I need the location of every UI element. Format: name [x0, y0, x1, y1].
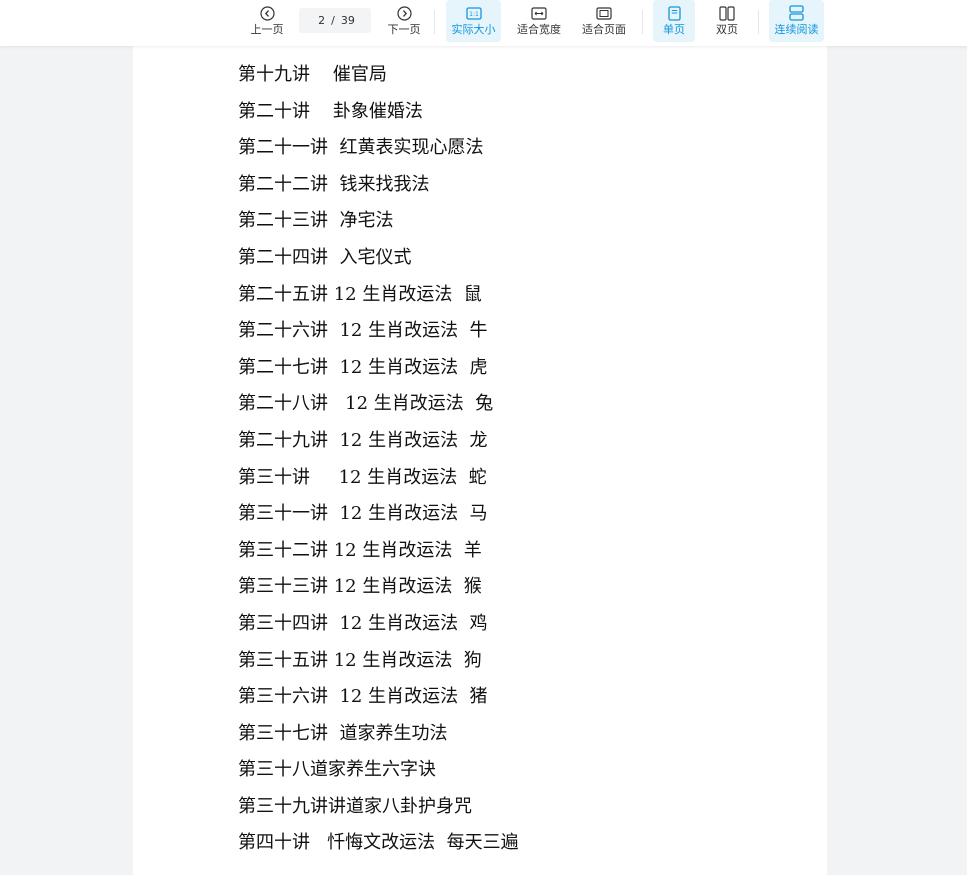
single-page-button[interactable]: 单页 — [653, 0, 695, 42]
toc-line: 第三十五讲 12 生肖改运法 狗 — [238, 649, 482, 671]
toc-line: 第三十三讲 12 生肖改运法 猴 — [238, 576, 482, 598]
continuous-reading-button[interactable]: 连续阅读 — [769, 0, 824, 42]
toc-line: 第二十三讲 净宅法 — [238, 210, 394, 232]
toolbar-divider — [758, 10, 759, 34]
toc-line: 第二十四讲 入宅仪式 — [238, 246, 412, 268]
toc-line: 第三十一讲 12 生肖改运法 马 — [238, 503, 488, 525]
double-page-button[interactable]: 双页 — [706, 0, 748, 42]
svg-text:1:1: 1:1 — [469, 11, 479, 18]
actual-size-label: 实际大小 — [451, 23, 496, 36]
prev-page-button[interactable]: 上一页 — [248, 0, 286, 42]
toc-line: 第四十讲 忏悔文改运法 每天三遍 — [238, 832, 519, 854]
fit-width-label: 适合宽度 — [517, 23, 561, 36]
actual-size-button[interactable]: 1:1 实际大小 — [446, 0, 501, 42]
double-page-icon — [719, 5, 735, 21]
current-page-input[interactable]: 2 — [315, 14, 325, 27]
fit-page-button[interactable]: 适合页面 — [577, 0, 631, 42]
actual-size-icon: 1:1 — [465, 5, 482, 21]
page-indicator[interactable]: 2 / 39 — [299, 8, 371, 33]
reader-toolbar: 上一页 2 / 39 下一页 1:1 实际大小 适合宽度 适合页面 单页 双页 … — [0, 0, 967, 46]
chevron-left-circle-icon — [259, 5, 275, 21]
continuous-reading-label: 连续阅读 — [774, 23, 819, 36]
page-separator: / — [331, 14, 335, 27]
next-page-button[interactable]: 下一页 — [385, 0, 423, 42]
toc-line: 第三十四讲 12 生肖改运法 鸡 — [238, 612, 488, 634]
double-page-label: 双页 — [716, 23, 738, 36]
fit-width-icon — [531, 5, 547, 21]
single-page-icon — [667, 5, 681, 21]
next-page-label: 下一页 — [387, 23, 421, 36]
toc-line: 第二十一讲 红黄表实现心愿法 — [238, 137, 484, 159]
fit-width-button[interactable]: 适合宽度 — [512, 0, 566, 42]
toc-line: 第二十六讲 12 生肖改运法 牛 — [238, 320, 488, 342]
single-page-label: 单页 — [663, 23, 685, 36]
toc-line: 第二十七讲 12 生肖改运法 虎 — [238, 356, 488, 378]
document-page: 第十九讲 催官局 第二十讲 卦象催婚法 第二十一讲 红黄表实现心愿法 第二十二讲… — [133, 46, 827, 875]
toc-line: 第三十讲 12 生肖改运法 蛇 — [238, 466, 487, 488]
fit-page-label: 适合页面 — [582, 23, 626, 36]
toolbar-divider — [434, 10, 435, 34]
toc-line: 第二十二讲 钱来找我法 — [238, 173, 430, 195]
table-of-contents: 第十九讲 催官局 第二十讲 卦象催婚法 第二十一讲 红黄表实现心愿法 第二十二讲… — [238, 58, 519, 863]
toc-line: 第二十讲 卦象催婚法 — [238, 100, 423, 122]
toc-line: 第三十二讲 12 生肖改运法 羊 — [238, 539, 482, 561]
fit-page-icon — [596, 5, 612, 21]
toc-line: 第二十八讲 12 生肖改运法 兔 — [238, 393, 494, 415]
toc-line: 第三十六讲 12 生肖改运法 猪 — [238, 686, 488, 708]
toc-line: 第二十九讲 12 生肖改运法 龙 — [238, 429, 488, 451]
continuous-reading-icon — [789, 5, 804, 21]
chevron-right-circle-icon — [396, 5, 412, 21]
toc-line: 第二十五讲 12 生肖改运法 鼠 — [238, 283, 482, 305]
toc-line: 第三十七讲 道家养生功法 — [238, 722, 448, 744]
toc-line: 第三十八道家养生六字诀 — [238, 759, 436, 781]
toc-line: 第三十九讲讲道家八卦护身咒 — [238, 795, 472, 817]
prev-page-label: 上一页 — [250, 23, 284, 36]
toc-line: 第十九讲 催官局 — [238, 64, 387, 85]
total-pages: 39 — [340, 14, 355, 27]
toolbar-divider — [642, 10, 643, 34]
